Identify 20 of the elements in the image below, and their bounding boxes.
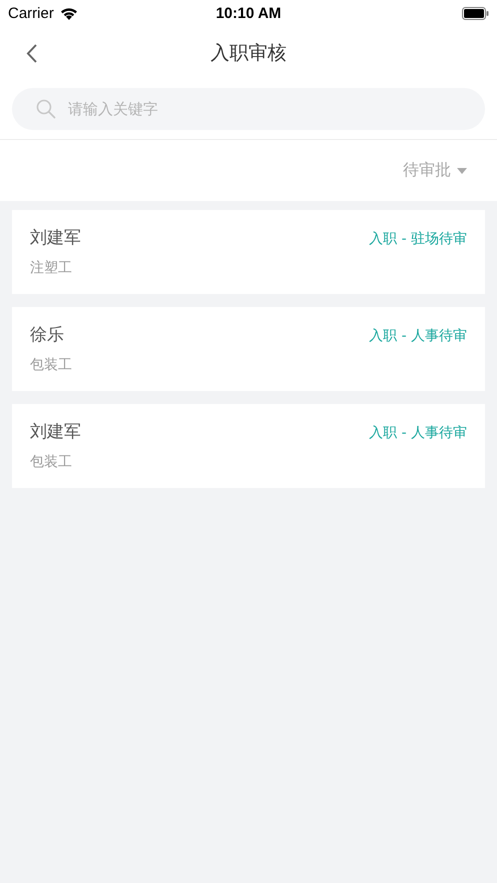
back-icon[interactable] xyxy=(26,44,37,63)
carrier-label: Carrier xyxy=(8,4,54,22)
search-field[interactable]: 请输入关键字 xyxy=(12,88,485,130)
applicant-name: 刘建军 xyxy=(30,421,81,443)
applicant-card[interactable]: 刘建军 入职 - 驻场待审 注塑工 xyxy=(12,210,485,294)
battery-icon xyxy=(462,6,489,20)
page-title: 入职审核 xyxy=(210,41,286,66)
caret-icon xyxy=(457,168,467,174)
review-status: 入职 - 人事待审 xyxy=(369,424,467,442)
job-title: 注塑工 xyxy=(30,259,72,277)
job-title: 包装工 xyxy=(30,453,72,471)
applicant-card[interactable]: 徐乐 入职 - 人事待审 包装工 xyxy=(12,307,485,391)
review-status: 入职 - 驻场待审 xyxy=(369,230,467,248)
wifi-icon xyxy=(60,6,78,20)
applicant-name: 刘建军 xyxy=(30,227,81,249)
job-title: 包装工 xyxy=(30,356,72,374)
applicant-name: 徐乐 xyxy=(30,324,64,346)
review-status: 入职 - 人事待审 xyxy=(369,327,467,345)
clock: 10:10 AM xyxy=(216,4,282,22)
applicant-card[interactable]: 刘建军 入职 - 人事待审 包装工 xyxy=(12,404,485,488)
